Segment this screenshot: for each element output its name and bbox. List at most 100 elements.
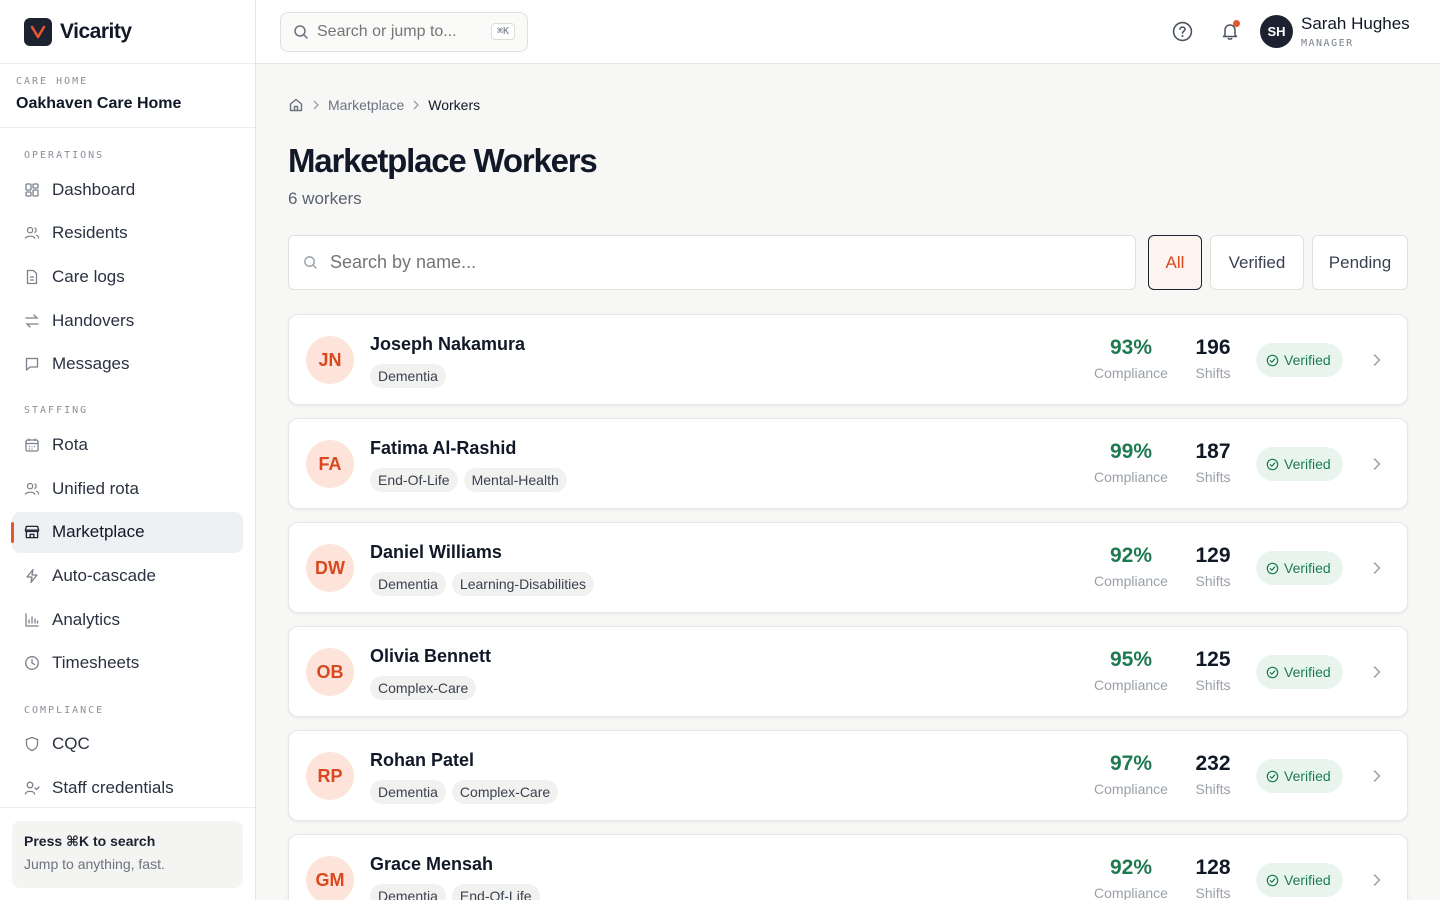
worker-list: JN Joseph Nakamura Dementia 93% Compliance 19… bbox=[288, 314, 1408, 900]
shifts-label: Shifts bbox=[1195, 469, 1231, 485]
sidebar-item-label: Care logs bbox=[52, 266, 125, 286]
sidebar-item-care-logs[interactable]: Care logs bbox=[12, 256, 243, 297]
compliance-label: Compliance bbox=[1094, 365, 1168, 381]
sidebar-item-staff-credentials[interactable]: Staff credentials bbox=[12, 767, 243, 808]
sidebar: Vicarity CARE HOME Oakhaven Care Home OP… bbox=[0, 0, 256, 900]
worker-card[interactable]: OB Olivia Bennett Complex-Care 95% Complianc… bbox=[288, 626, 1408, 717]
sidebar-item-dashboard[interactable]: Dashboard bbox=[12, 169, 243, 210]
global-search-input[interactable] bbox=[317, 23, 477, 41]
filter-pending-button[interactable]: Pending bbox=[1312, 235, 1408, 290]
name-search[interactable] bbox=[288, 235, 1136, 290]
sidebar-item-label: Timesheets bbox=[52, 653, 140, 673]
skill-tag: Dementia bbox=[370, 884, 446, 900]
sidebar-item-unified-rota[interactable]: Unified rota bbox=[12, 468, 243, 509]
vicarity-logo-icon bbox=[24, 17, 52, 46]
chevron-right-icon[interactable] bbox=[1372, 872, 1382, 888]
status-badge: Verified bbox=[1256, 655, 1343, 689]
compliance-label: Compliance bbox=[1094, 573, 1168, 589]
sidebar-item-marketplace[interactable]: Marketplace bbox=[11, 511, 243, 553]
chevron-right-icon[interactable] bbox=[1372, 664, 1382, 680]
worker-name: Fatima Al-Rashid bbox=[370, 438, 517, 458]
user-role: MANAGER bbox=[1301, 38, 1354, 49]
search-icon bbox=[293, 24, 309, 40]
brand[interactable]: Vicarity bbox=[0, 0, 255, 64]
compliance-stat: 97% Compliance bbox=[1078, 752, 1184, 797]
compliance-label: Compliance bbox=[1094, 469, 1168, 485]
search-icon bbox=[303, 255, 318, 270]
worker-avatar: DW bbox=[306, 544, 354, 592]
skill-tag: Dementia bbox=[370, 780, 446, 804]
status-label: Verified bbox=[1284, 352, 1331, 368]
worker-card[interactable]: GM Grace Mensah Dementia End-Of-Life 92% Comp… bbox=[288, 834, 1408, 900]
sidebar-item-analytics[interactable]: Analytics bbox=[12, 599, 243, 640]
document-icon bbox=[24, 269, 40, 285]
compliance-stat: 93% Compliance bbox=[1078, 336, 1184, 381]
shortcut-badge: ⌘K bbox=[490, 23, 515, 40]
sidebar-item-cqc[interactable]: CQC bbox=[12, 724, 243, 765]
sidebar-item-auto-cascade[interactable]: Auto-cascade bbox=[12, 556, 243, 597]
search-hint-card[interactable]: Press ⌘K to search Jump to anything, fas… bbox=[12, 821, 243, 888]
bar-chart-icon bbox=[24, 612, 40, 628]
compliance-stat: 99% Compliance bbox=[1078, 440, 1184, 485]
worker-card[interactable]: FA Fatima Al-Rashid End-Of-Life Mental-Heal… bbox=[288, 418, 1408, 509]
clock-icon bbox=[24, 655, 40, 671]
check-circle-icon bbox=[1266, 666, 1279, 679]
user-name[interactable]: Sarah Hughes bbox=[1301, 14, 1410, 34]
shifts-value: 232 bbox=[1195, 752, 1231, 775]
shifts-value: 129 bbox=[1195, 544, 1231, 567]
worker-count: 6 workers bbox=[288, 189, 362, 208]
shifts-value: 187 bbox=[1195, 440, 1231, 463]
worker-avatar: JN bbox=[306, 336, 354, 384]
care-home-switcher[interactable]: CARE HOME Oakhaven Care Home bbox=[0, 64, 255, 128]
name-search-input[interactable] bbox=[330, 252, 1090, 273]
compliance-stat: 95% Compliance bbox=[1078, 648, 1184, 693]
filter-all-button[interactable]: All bbox=[1148, 235, 1202, 290]
breadcrumb-marketplace[interactable]: Marketplace bbox=[328, 97, 404, 113]
sidebar-item-messages[interactable]: Messages bbox=[12, 344, 243, 385]
chevron-right-icon[interactable] bbox=[1372, 560, 1382, 576]
message-icon bbox=[24, 356, 40, 372]
sidebar-item-label: Residents bbox=[52, 223, 128, 243]
worker-card[interactable]: DW Daniel Williams Dementia Learning-Disabi… bbox=[288, 522, 1408, 613]
breadcrumb-current: Workers bbox=[428, 97, 481, 113]
sidebar-item-handovers[interactable]: Handovers bbox=[12, 300, 243, 341]
chevron-right-icon[interactable] bbox=[1372, 352, 1382, 368]
worker-avatar: GM bbox=[306, 856, 354, 900]
shifts-stat: 187 Shifts bbox=[1183, 440, 1243, 485]
sidebar-item-residents[interactable]: Residents bbox=[12, 213, 243, 254]
home-icon[interactable] bbox=[288, 97, 304, 113]
chevron-right-icon bbox=[412, 100, 420, 110]
shifts-stat: 232 Shifts bbox=[1183, 752, 1243, 797]
search-hint-subtitle: Jump to anything, fast. bbox=[24, 856, 165, 872]
chevron-right-icon[interactable] bbox=[1372, 456, 1382, 472]
worker-card[interactable]: JN Joseph Nakamura Dementia 93% Compliance 19… bbox=[288, 314, 1408, 405]
chevron-right-icon[interactable] bbox=[1372, 768, 1382, 784]
worker-card[interactable]: RP Rohan Patel Dementia Complex-Care 97% Comp… bbox=[288, 730, 1408, 821]
status-badge: Verified bbox=[1256, 447, 1343, 481]
filter-verified-button[interactable]: Verified bbox=[1210, 235, 1304, 290]
shifts-stat: 129 Shifts bbox=[1183, 544, 1243, 589]
notifications-bell-icon[interactable] bbox=[1219, 20, 1241, 42]
user-avatar[interactable]: SH bbox=[1260, 15, 1293, 48]
status-label: Verified bbox=[1284, 768, 1331, 784]
compliance-value: 93% bbox=[1109, 336, 1153, 359]
worker-name: Rohan Patel bbox=[370, 750, 475, 770]
compliance-value: 92% bbox=[1109, 544, 1153, 567]
store-icon bbox=[24, 524, 40, 540]
sidebar-item-timesheets[interactable]: Timesheets bbox=[12, 643, 243, 684]
notification-dot bbox=[1233, 20, 1240, 27]
sidebar-item-label: Handovers bbox=[52, 310, 135, 330]
worker-avatar: OB bbox=[306, 648, 354, 696]
sidebar-item-label: Analytics bbox=[52, 609, 121, 629]
worker-skill-tags: Complex-Care bbox=[370, 676, 477, 700]
compliance-value: 99% bbox=[1109, 440, 1153, 463]
care-home-caption: CARE HOME bbox=[16, 76, 89, 87]
shifts-stat: 196 Shifts bbox=[1183, 336, 1243, 381]
help-icon[interactable] bbox=[1171, 20, 1193, 42]
global-search[interactable]: ⌘K bbox=[280, 12, 528, 52]
users-icon bbox=[24, 481, 40, 497]
sidebar-item-rota[interactable]: Rota bbox=[12, 424, 243, 465]
sidebar-item-label: CQC bbox=[52, 734, 90, 754]
compliance-value: 95% bbox=[1109, 648, 1153, 671]
worker-skill-tags: Dementia bbox=[370, 364, 446, 388]
